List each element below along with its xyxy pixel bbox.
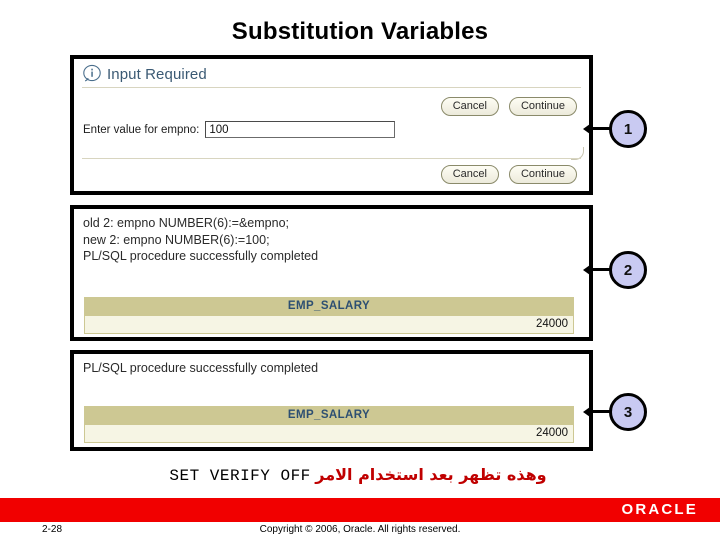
dialog-header: Input Required: [82, 64, 207, 84]
result-grid-3: EMP_SALARY 24000: [84, 406, 574, 443]
page-title: Substitution Variables: [231, 18, 489, 45]
console-output-verify-off: PL/SQL procedure successfully completed: [83, 361, 319, 375]
oracle-logo: ORACLE: [621, 501, 698, 518]
result-grid-2-header: EMP_SALARY: [84, 297, 574, 316]
copyright-notice: Copyright © 2006, Oracle. All rights res…: [259, 524, 461, 535]
empno-input[interactable]: [205, 121, 396, 138]
result-grid-2: EMP_SALARY 24000: [84, 297, 574, 334]
result-grid-3-header: EMP_SALARY: [84, 406, 574, 425]
footer-bar: ORACLE: [0, 498, 720, 522]
callout-badge-2: 2: [609, 251, 647, 289]
result-grid-2-value: 24000: [84, 316, 574, 334]
callout-badge-3: 3: [609, 393, 647, 431]
input-field-row: Enter value for empno:: [83, 121, 396, 138]
continue-button-bottom[interactable]: Continue: [508, 165, 577, 184]
annotation-arabic-text: وهذه تظهر بعد استخدام الامر: [315, 465, 547, 484]
dialog-button-row-top: Cancel Continue: [440, 97, 577, 116]
result-grid-3-value: 24000: [84, 425, 574, 443]
callout-connector-1: [583, 123, 611, 134]
console-output-verify-on: old 2: empno NUMBER(6):=&empno; new 2: e…: [83, 216, 319, 263]
cancel-button-top[interactable]: Cancel: [440, 97, 499, 116]
annotation-code: SET VERIFY OFF: [169, 467, 311, 485]
empno-field-label: Enter value for empno:: [83, 123, 200, 136]
divider-top: [82, 87, 581, 88]
annotation-line: SET VERIFY OFF وهذه تظهر بعد استخدام الا…: [0, 465, 720, 485]
divider-bottom: [82, 158, 581, 159]
screenshot-panel-verify-off-output: PL/SQL procedure successfully completed …: [70, 350, 593, 451]
cancel-button-bottom[interactable]: Cancel: [440, 165, 499, 184]
screenshot-panel-input-dialog: Input Required Cancel Continue Enter val…: [70, 55, 593, 195]
screenshot-panel-verify-on-output: old 2: empno NUMBER(6):=&empno; new 2: e…: [70, 205, 593, 341]
dialog-button-row-bottom: Cancel Continue: [440, 165, 577, 184]
callout-connector-2: [583, 264, 611, 275]
dialog-title: Input Required: [107, 65, 207, 83]
continue-button-top[interactable]: Continue: [508, 97, 577, 116]
callout-badge-1: 1: [609, 110, 647, 148]
callout-connector-3: [583, 406, 611, 417]
info-icon: [82, 64, 102, 84]
